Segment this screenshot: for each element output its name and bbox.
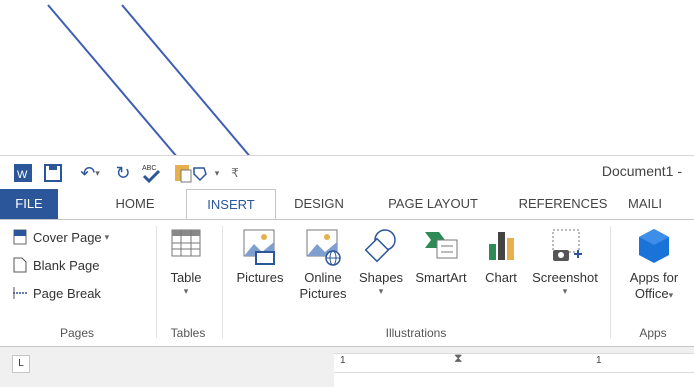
ruler-margin: [28, 373, 328, 387]
apps-for-office-label-1: Apps for: [629, 270, 679, 285]
page-break-icon: [12, 285, 28, 301]
group-separator: [610, 226, 611, 338]
tab-design[interactable]: DESIGN: [280, 189, 358, 219]
online-pictures-label-2: Pictures: [299, 286, 347, 301]
shapes-button[interactable]: Shapes ▾: [354, 226, 408, 297]
table-caret: ▾: [183, 286, 189, 296]
pictures-icon: [240, 226, 280, 266]
word-window: W ↶ ▾ ↻ ABC ▾ ₹ Document1 - FILE HOME IN…: [0, 155, 694, 387]
pictures-label: Pictures: [236, 270, 284, 285]
smartart-button[interactable]: SmartArt: [408, 226, 474, 286]
shapes-label: Shapes: [358, 270, 404, 285]
redo-icon[interactable]: ↻: [112, 162, 134, 184]
online-pictures-label-1: Online: [304, 270, 342, 285]
document-title: Document1 -: [601, 163, 682, 179]
ruler-number: 1: [340, 355, 346, 366]
group-label-pages: Pages: [59, 326, 95, 340]
table-icon: [166, 226, 206, 266]
cover-page-label: Cover Page: [33, 229, 102, 245]
table-button[interactable]: Table ▾: [160, 226, 212, 297]
smartart-label: SmartArt: [415, 270, 467, 285]
smartart-icon: [421, 226, 461, 266]
shapes-caret: ▾: [378, 286, 384, 296]
chart-label: Chart: [485, 270, 517, 285]
ruler-number: 1: [596, 355, 602, 366]
blank-page-label: Blank Page: [33, 257, 100, 273]
apps-for-office-icon: [634, 226, 674, 266]
cover-page-icon: [12, 229, 28, 245]
word-logo-icon[interactable]: W: [12, 162, 34, 184]
horizontal-ruler[interactable]: [334, 353, 694, 373]
cover-page-button[interactable]: Cover Page ▾: [12, 226, 109, 248]
blank-area: [0, 0, 694, 155]
paste-caret[interactable]: ▾: [212, 162, 222, 184]
screenshot-label: Screenshot: [532, 270, 598, 285]
group-label-apps: Apps: [639, 326, 667, 340]
cover-page-caret: ▾: [104, 231, 110, 242]
group-separator: [222, 226, 223, 338]
apps-for-office-label-2: Office▾: [634, 286, 674, 301]
title-bar: W ↶ ▾ ↻ ABC ▾ ₹ Document1 -: [0, 155, 694, 189]
online-pictures-icon: [303, 226, 343, 266]
spelling-icon[interactable]: ABC: [138, 162, 164, 184]
svg-text:W: W: [17, 169, 28, 181]
online-pictures-button[interactable]: Online Pictures: [294, 226, 352, 302]
pictures-button[interactable]: Pictures: [228, 226, 292, 286]
group-label-illustrations: Illustrations: [385, 326, 447, 340]
chart-button[interactable]: Chart: [476, 226, 526, 286]
save-icon[interactable]: [42, 162, 64, 184]
tab-references[interactable]: REFERENCES: [508, 189, 618, 219]
ribbon-tabs: FILE HOME INSERT DESIGN PAGE LAYOUT REFE…: [0, 189, 694, 220]
screenshot-icon: [545, 226, 585, 266]
blank-page-icon: [12, 257, 28, 273]
page-break-label: Page Break: [33, 285, 101, 301]
page-break-button[interactable]: Page Break: [12, 282, 101, 304]
shapes-icon: [361, 226, 401, 266]
screenshot-button[interactable]: Screenshot ▾: [528, 226, 602, 297]
undo-caret: ▾: [95, 167, 100, 178]
chart-icon: [481, 226, 521, 266]
apps-for-office-button[interactable]: Apps for Office▾: [614, 226, 694, 303]
tab-selector[interactable]: L: [12, 355, 30, 373]
ruler: L 1 1 ⧗: [0, 347, 694, 387]
indent-marker-icon[interactable]: ⧗: [454, 351, 462, 366]
paste-icon[interactable]: [170, 162, 212, 184]
svg-text:ABC: ABC: [142, 165, 156, 172]
undo-icon: ↶: [80, 162, 96, 183]
table-label: Table: [170, 270, 202, 285]
customize-qat-icon[interactable]: ₹: [228, 162, 242, 184]
tab-page-layout[interactable]: PAGE LAYOUT: [368, 189, 498, 219]
ribbon-insert: Cover Page ▾ Blank Page Page Break Pages: [0, 219, 694, 347]
group-label-tables: Tables: [170, 326, 206, 340]
document-page[interactable]: [334, 373, 694, 387]
tab-file[interactable]: FILE: [0, 189, 58, 219]
screenshot-caret: ▾: [562, 286, 568, 296]
tab-mailings[interactable]: MAILI: [628, 189, 694, 219]
tab-insert[interactable]: INSERT: [186, 189, 276, 220]
undo-button[interactable]: ↶ ▾: [74, 162, 106, 184]
blank-page-button[interactable]: Blank Page: [12, 254, 100, 276]
group-separator: [156, 226, 157, 338]
tab-home[interactable]: HOME: [104, 189, 166, 219]
